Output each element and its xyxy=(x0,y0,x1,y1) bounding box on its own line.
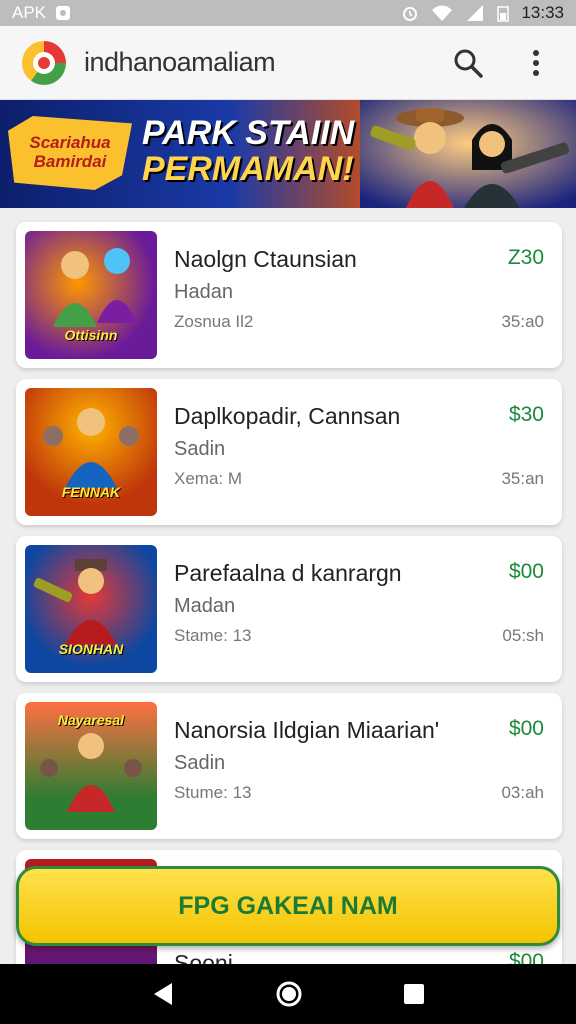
app-bar: indhanoamaliam xyxy=(0,26,576,100)
game-thumbnail: Ottisinn xyxy=(25,231,157,359)
thumbnail-label: FENNAK xyxy=(61,484,121,500)
list-item[interactable]: SIONHAN Parefaalna d kanrargn Madan Stam… xyxy=(16,536,562,682)
item-title: Daplkopadir, Cannsan xyxy=(174,403,401,429)
app-title: indhanoamaliam xyxy=(84,47,276,77)
app-logo-icon xyxy=(22,40,66,85)
item-price: $00 xyxy=(508,717,544,740)
banner-badge-line2: Bamirdai xyxy=(33,152,107,171)
system-nav-bar xyxy=(0,964,576,1024)
game-thumbnail: FENNAK xyxy=(25,388,157,516)
game-thumbnail: Nayaresal xyxy=(25,702,157,830)
back-icon[interactable] xyxy=(150,981,176,1007)
item-meta: Stume: 13 xyxy=(174,783,252,802)
thumbnail-label: SIONHAN xyxy=(58,641,124,657)
cta-button[interactable]: FPG GAKEAI NAM xyxy=(16,866,560,946)
list-item[interactable]: FENNAK Daplkopadir, Cannsan Sadin Xema: … xyxy=(16,379,562,525)
wifi-icon xyxy=(432,5,453,21)
item-time: 35:a0 xyxy=(501,312,544,331)
banner-headline: PARK STAIIN PERMAMAN! xyxy=(142,114,355,188)
item-price: $30 xyxy=(508,403,544,426)
banner-headline-line1: PARK STAIIN xyxy=(142,114,355,152)
banner-characters-illustration xyxy=(360,100,576,208)
alarm-icon xyxy=(403,7,418,21)
battery-icon xyxy=(497,6,510,22)
thumbnail-label: Nayaresal xyxy=(57,712,125,728)
item-title: Parefaalna d kanrargn xyxy=(174,560,402,586)
item-title: Nanorsia Ildgian Miaarian' xyxy=(174,717,440,743)
promo-banner[interactable]: Scariahua Bamirdai PARK STAIIN PERMAMAN! xyxy=(0,100,576,208)
item-meta: Zosnua Il2 xyxy=(174,312,254,331)
signal-icon xyxy=(467,5,484,21)
banner-badge: Scariahua Bamirdai xyxy=(8,116,132,190)
item-time: 03:ah xyxy=(501,783,544,802)
status-time: 13:33 xyxy=(521,3,564,22)
status-left-text: APK xyxy=(12,3,47,22)
item-meta: Xema: M xyxy=(174,469,243,488)
item-subtitle: Hadan xyxy=(174,281,233,303)
item-subtitle: Sadin xyxy=(174,438,226,460)
list-item[interactable]: Ottisinn Naolgn Ctaunsian Hadan Zosnua I… xyxy=(16,222,562,368)
item-subtitle: Sadin xyxy=(174,752,226,774)
list-item[interactable]: Nayaresal Nanorsia Ildgian Miaarian' Sad… xyxy=(16,693,562,839)
item-meta: Stame: 13 xyxy=(174,626,252,645)
recents-icon[interactable] xyxy=(402,982,426,1006)
thumbnail-label: Ottisinn xyxy=(64,327,118,343)
banner-headline-line2: PERMAMAN! xyxy=(142,149,354,188)
item-price: $00 xyxy=(508,560,544,583)
item-time: 05:sh xyxy=(502,626,544,645)
banner-badge-line1: Scariahua xyxy=(29,133,111,153)
item-price: Z30 xyxy=(507,246,544,269)
home-icon[interactable] xyxy=(275,980,303,1008)
item-subtitle: Madan xyxy=(174,595,236,617)
item-title: Naolgn Ctaunsian xyxy=(174,246,357,272)
status-bar: APK 13:33 xyxy=(0,0,576,26)
cta-label: FPG GAKEAI NAM xyxy=(178,891,398,920)
more-vert-icon[interactable] xyxy=(518,45,554,81)
lock-icon xyxy=(56,6,71,20)
search-icon[interactable] xyxy=(450,45,486,81)
item-time: 35:an xyxy=(501,469,544,488)
game-thumbnail: SIONHAN xyxy=(25,545,157,673)
